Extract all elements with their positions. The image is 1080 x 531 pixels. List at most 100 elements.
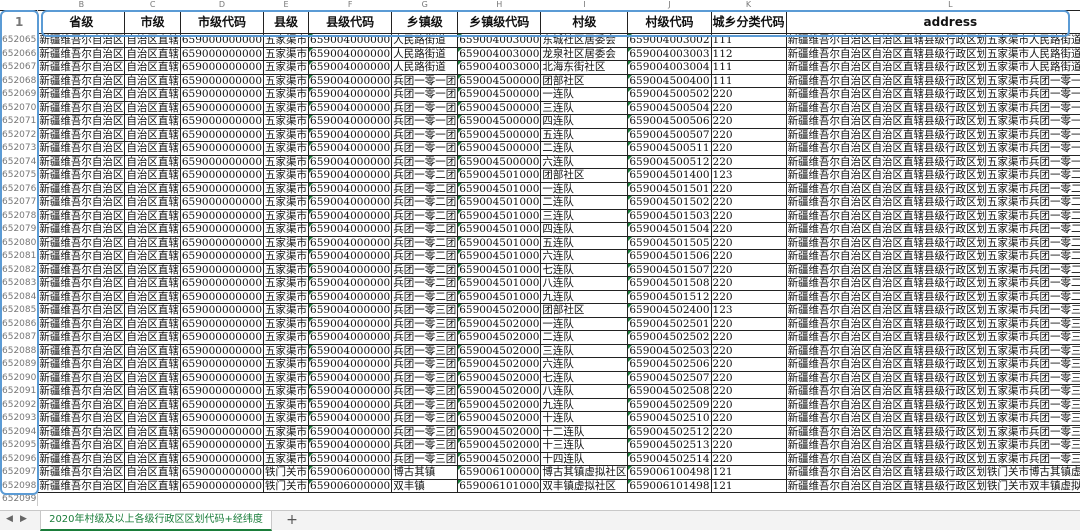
table-cell[interactable]: 五家渠市 [263,47,310,61]
table-cell[interactable]: 新疆维吾尔自治区 [37,168,126,183]
column-letter-h[interactable]: H [457,0,541,11]
table-cell[interactable]: 新疆维吾尔自治区自治区直辖县级行政区划五家渠市兵团一零二团 [786,182,1080,196]
table-cell[interactable]: 659000000000 [180,290,265,304]
table-cell[interactable]: 兵团一零一团 [391,114,459,129]
table-cell[interactable]: 五连队 [540,128,629,142]
table-cell[interactable]: 659004000000 [308,182,393,196]
table-cell[interactable]: 659000000000 [180,452,265,466]
table-cell[interactable]: 新疆维吾尔自治区 [37,398,126,412]
table-cell[interactable]: 二连队 [540,195,629,210]
row-number[interactable]: 652066 [0,47,39,61]
table-cell[interactable]: 659000000000 [180,168,265,183]
row-number[interactable]: 652076 [0,182,39,196]
table-cell[interactable]: 220 [711,330,787,345]
table-cell[interactable]: 新疆维吾尔自治区自治区直辖县级行政区划五家渠市兵团一零三团 [786,452,1080,466]
column-letter-d[interactable]: D [180,0,264,11]
table-cell[interactable]: 自治区直辖 [124,290,181,304]
table-cell[interactable]: 自治区直辖 [124,47,181,61]
table-cell[interactable]: 111 [711,74,787,88]
table-cell[interactable] [541,493,628,506]
table-cell[interactable]: 659000000000 [180,411,265,426]
table-cell[interactable]: 659004502508 [627,384,712,399]
table-cell[interactable]: 人民路街道 [391,60,459,75]
table-cell[interactable]: 659004000000 [308,128,393,142]
table-cell[interactable]: 220 [711,128,787,142]
table-cell[interactable]: 659000000000 [180,303,265,318]
table-cell[interactable]: 659006000000 [308,465,393,480]
table-cell[interactable]: 659004502501 [627,317,712,331]
table-cell[interactable]: 659000000000 [180,141,265,156]
table-cell[interactable]: 三连队 [540,209,629,223]
table-cell[interactable]: 220 [711,344,787,358]
table-cell[interactable]: 659004501000 [457,195,542,210]
row-number[interactable]: 652078 [0,209,39,223]
table-cell[interactable]: 新疆维吾尔自治区自治区直辖县级行政区划五家渠市兵团一零二团 [786,276,1080,291]
table-cell[interactable]: 659004502000 [457,425,542,439]
table-cell[interactable]: 人民路街道 [391,33,459,48]
table-cell[interactable]: 五家渠市 [263,249,310,264]
table-cell[interactable]: 659000000000 [180,465,265,480]
column-header[interactable]: 乡镇级代码 [457,10,542,34]
table-cell[interactable]: 新疆维吾尔自治区 [37,344,126,358]
table-cell[interactable]: 新疆维吾尔自治区自治区直辖县级行政区划五家渠市兵团一零三团 [786,317,1080,331]
row-number[interactable]: 652074 [0,155,39,169]
table-cell[interactable]: 五家渠市 [263,155,310,169]
table-cell[interactable]: 659004502400 [627,303,712,318]
row-number[interactable]: 652073 [0,141,39,155]
table-cell[interactable]: 新疆维吾尔自治区 [37,479,126,493]
table-cell[interactable] [309,493,392,506]
table-cell[interactable]: 121 [711,465,787,480]
table-cell[interactable]: 112 [711,47,787,61]
table-cell[interactable]: 659000000000 [180,114,265,129]
table-cell[interactable]: 自治区直辖 [124,60,181,75]
table-cell[interactable] [38,493,125,506]
table-cell[interactable]: 五家渠市 [263,425,310,439]
table-cell[interactable]: 659000000000 [180,479,265,493]
table-cell[interactable]: 自治区直辖 [124,222,181,237]
table-cell[interactable]: 659000000000 [180,209,265,223]
table-cell[interactable]: 自治区直辖 [124,317,181,331]
table-cell[interactable]: 五家渠市 [263,222,310,237]
table-cell[interactable]: 659004500400 [627,74,712,88]
row-number[interactable]: 652094 [0,425,39,439]
table-cell[interactable]: 五家渠市 [263,236,310,250]
table-cell[interactable]: 659004000000 [308,249,393,264]
table-cell[interactable] [711,493,786,506]
table-cell[interactable]: 新疆维吾尔自治区 [37,47,126,61]
table-cell[interactable]: 新疆维吾尔自治区自治区直辖县级行政区划五家渠市兵团一零三团 [786,344,1080,358]
table-cell[interactable]: 新疆维吾尔自治区自治区直辖县级行政区划五家渠市人民路街道 [786,33,1080,48]
table-cell[interactable]: 双丰镇虚拟社区 [540,479,629,493]
table-cell[interactable]: 一连队 [540,317,629,331]
column-header[interactable]: 城乡分类代码 [711,10,787,34]
table-cell[interactable]: 自治区直辖 [124,330,181,345]
column-header[interactable]: 乡镇级 [391,10,459,34]
table-cell[interactable]: 新疆维吾尔自治区 [37,182,126,196]
table-cell[interactable]: 新疆维吾尔自治区自治区直辖县级行政区划五家渠市兵团一零三团 [786,384,1080,399]
table-cell[interactable]: 659004501400 [627,168,712,183]
table-cell[interactable]: 新疆维吾尔自治区自治区直辖县级行政区划五家渠市兵团一零三团 [786,411,1080,426]
table-cell[interactable]: 博古其镇虚拟社区 [540,465,629,480]
table-cell[interactable]: 659000000000 [180,438,265,453]
table-cell[interactable]: 兵团一零一团 [391,141,459,156]
table-cell[interactable]: 六连队 [540,249,629,264]
table-cell[interactable]: 兵团一零二团 [391,168,459,183]
table-cell[interactable]: 六连队 [540,357,629,372]
table-cell[interactable]: 新疆维吾尔自治区自治区直辖县级行政区划五家渠市兵团一零二团 [786,236,1080,250]
table-cell[interactable]: 220 [711,222,787,237]
table-cell[interactable]: 自治区直辖 [124,101,181,115]
table-cell[interactable]: 兵团一零一团 [391,155,459,169]
table-cell[interactable]: 659004501000 [457,168,542,183]
table-cell[interactable]: 659004502513 [627,438,712,453]
table-cell[interactable]: 659004501000 [457,236,542,250]
table-cell[interactable]: 新疆维吾尔自治区 [37,222,126,237]
table-cell[interactable]: 兵团一零一团 [391,87,459,102]
table-cell[interactable]: 659004500506 [627,114,712,129]
table-cell[interactable]: 659000000000 [180,222,265,237]
row-number[interactable]: 652065 [0,33,39,47]
table-cell[interactable]: 五家渠市 [263,60,310,75]
table-cell[interactable]: 220 [711,141,787,156]
table-cell[interactable]: 659004501501 [627,182,712,196]
table-cell[interactable]: 兵团一零三团 [391,357,459,372]
table-cell[interactable]: 兵团一零三团 [391,398,459,412]
table-cell[interactable]: 659004000000 [308,452,393,466]
